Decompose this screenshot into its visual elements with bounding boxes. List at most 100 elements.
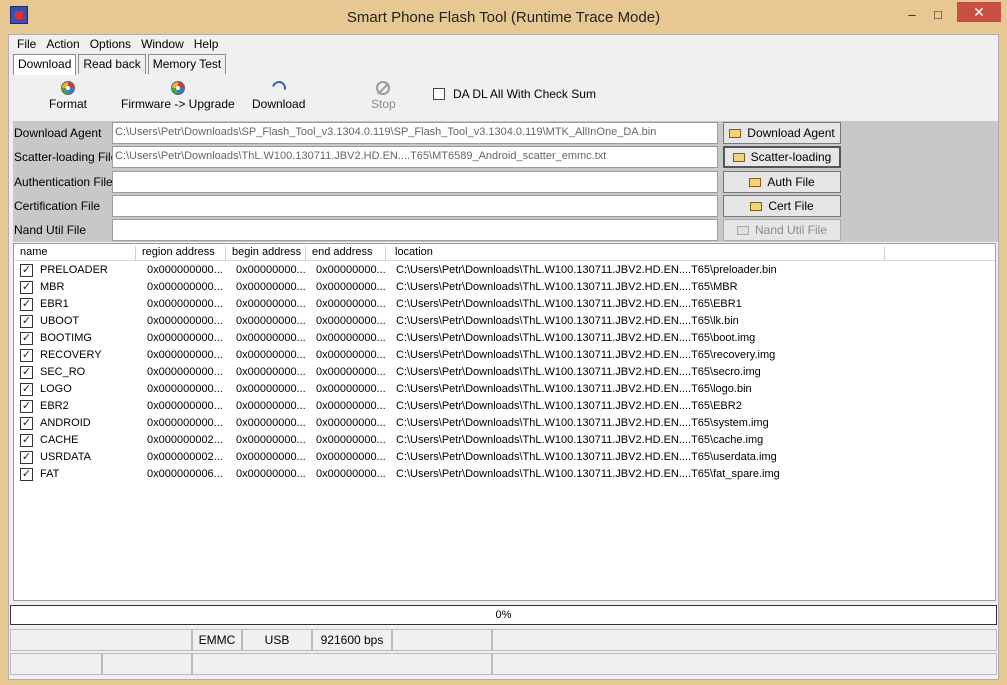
table-row[interactable]: ✓ LOGO 0x000000000... 0x00000000... 0x000000…	[14, 381, 995, 398]
tab-read-back[interactable]: Read back	[78, 54, 146, 74]
col-begin-address[interactable]: begin address	[226, 246, 306, 261]
row-checkbox[interactable]: ✓	[20, 298, 33, 311]
nand-util-row: Nand Util File Nand Util File	[13, 218, 998, 242]
checksum-checkbox[interactable]	[433, 88, 445, 100]
maximize-button[interactable]: □	[927, 6, 949, 24]
format-button[interactable]: Format	[49, 81, 87, 111]
row-checkbox[interactable]: ✓	[20, 417, 33, 430]
nand-util-field[interactable]	[112, 219, 718, 241]
menu-bar: File Action Options Window Help	[9, 35, 998, 53]
auth-file-field[interactable]	[112, 171, 718, 193]
download-agent-field[interactable]: C:\Users\Petr\Downloads\SP_Flash_Tool_v3…	[112, 122, 718, 144]
firmware-upgrade-button[interactable]: Firmware -> Upgrade	[121, 81, 235, 111]
cell-end: 0x00000000...	[316, 434, 386, 446]
col-name[interactable]: name	[14, 246, 136, 261]
table-row[interactable]: ✓ RECOVERY 0x000000000... 0x00000000... 0x00…	[14, 347, 995, 364]
cell-begin: 0x00000000...	[236, 383, 306, 395]
cell-begin: 0x00000000...	[236, 315, 306, 327]
row-checkbox[interactable]: ✓	[20, 451, 33, 464]
col-location[interactable]: location	[389, 246, 885, 261]
nand-util-button-label: Nand Util File	[754, 223, 828, 237]
download-label: Download	[252, 97, 306, 111]
cell-location: C:\Users\Petr\Downloads\ThL.W100.130711.…	[396, 383, 752, 395]
cell-begin: 0x00000000...	[236, 281, 306, 293]
cell-location: C:\Users\Petr\Downloads\ThL.W100.130711.…	[396, 366, 761, 378]
cell-begin: 0x00000000...	[236, 349, 306, 361]
cell-region: 0x000000000...	[147, 298, 223, 310]
auth-file-button[interactable]: Auth File	[723, 171, 841, 193]
folder-icon	[750, 202, 763, 211]
scatter-loading-field[interactable]: C:\Users\Petr\Downloads\ThL.W100.130711.…	[112, 146, 718, 168]
row-checkbox[interactable]: ✓	[20, 332, 33, 345]
status-bar: EMMC USB 921600 bps	[10, 629, 997, 681]
tab-download[interactable]: Download	[13, 54, 77, 75]
row-checkbox[interactable]: ✓	[20, 349, 33, 362]
row-checkbox[interactable]: ✓	[20, 366, 33, 379]
partition-list: name region address begin address end ad…	[13, 243, 996, 601]
cell-region: 0x000000000...	[147, 349, 223, 361]
check-icon: ✓	[21, 264, 32, 276]
table-row[interactable]: ✓ FAT 0x000000006... 0x00000000... 0x0000000…	[14, 466, 995, 483]
cell-name: BOOTIMG	[40, 332, 92, 344]
scatter-loading-button[interactable]: Scatter-loading	[723, 146, 841, 168]
check-icon: ✓	[21, 366, 32, 378]
menu-action[interactable]: Action	[42, 35, 85, 53]
cell-name: CACHE	[40, 434, 79, 446]
stop-label: Stop	[371, 97, 396, 111]
title-bar[interactable]: Smart Phone Flash Tool (Runtime Trace Mo…	[0, 0, 1007, 34]
tab-memory-test[interactable]: Memory Test	[147, 54, 227, 74]
cell-begin: 0x00000000...	[236, 400, 306, 412]
row-checkbox[interactable]: ✓	[20, 315, 33, 328]
scatter-loading-row: Scatter-loading File C:\Users\Petr\Downl…	[13, 145, 998, 169]
cell-name: EBR1	[40, 298, 69, 310]
download-agent-button[interactable]: Download Agent	[723, 122, 841, 144]
cert-file-field[interactable]	[112, 195, 718, 217]
status-cell	[492, 629, 997, 651]
minimize-button[interactable]: ‒	[901, 6, 923, 24]
table-row[interactable]: ✓ ANDROID 0x000000000... 0x00000000... 0x000…	[14, 415, 995, 432]
status-cell	[10, 629, 192, 651]
stop-icon	[376, 81, 391, 95]
row-checkbox[interactable]: ✓	[20, 264, 33, 277]
row-checkbox[interactable]: ✓	[20, 383, 33, 396]
row-checkbox[interactable]: ✓	[20, 400, 33, 413]
check-icon: ✓	[21, 332, 32, 344]
row-checkbox[interactable]: ✓	[20, 468, 33, 481]
menu-file[interactable]: File	[13, 35, 42, 53]
close-button[interactable]: ✕	[957, 2, 1001, 22]
checksum-option[interactable]: DA DL All With Check Sum	[433, 87, 596, 101]
stop-button[interactable]: Stop	[371, 81, 396, 111]
col-end-address[interactable]: end address	[306, 246, 386, 261]
cell-begin: 0x00000000...	[236, 451, 306, 463]
table-row[interactable]: ✓ BOOTIMG 0x000000000... 0x00000000... 0x000…	[14, 330, 995, 347]
table-row[interactable]: ✓ CACHE 0x000000002... 0x00000000... 0x00000…	[14, 432, 995, 449]
status-cell	[10, 653, 102, 675]
menu-options[interactable]: Options	[86, 35, 137, 53]
folder-icon	[736, 226, 749, 235]
menu-window[interactable]: Window	[137, 35, 190, 53]
table-row[interactable]: ✓ EBR2 0x000000000... 0x00000000... 0x000000…	[14, 398, 995, 415]
row-checkbox[interactable]: ✓	[20, 281, 33, 294]
cell-region: 0x000000000...	[147, 366, 223, 378]
folder-icon	[732, 153, 745, 162]
table-row[interactable]: ✓ MBR 0x000000000... 0x00000000... 0x0000000…	[14, 279, 995, 296]
cell-region: 0x000000000...	[147, 383, 223, 395]
table-row[interactable]: ✓ EBR1 0x000000000... 0x00000000... 0x000000…	[14, 296, 995, 313]
cell-end: 0x00000000...	[316, 298, 386, 310]
table-row[interactable]: ✓ USRDATA 0x000000002... 0x00000000... 0x000…	[14, 449, 995, 466]
cell-region: 0x000000000...	[147, 281, 223, 293]
table-row[interactable]: ✓ PRELOADER 0x000000000... 0x00000000... 0x0…	[14, 262, 995, 279]
menu-help[interactable]: Help	[190, 35, 225, 53]
row-checkbox[interactable]: ✓	[20, 434, 33, 447]
col-region-address[interactable]: region address	[136, 246, 226, 261]
cell-end: 0x00000000...	[316, 451, 386, 463]
cell-end: 0x00000000...	[316, 383, 386, 395]
file-selection-panel: Download Agent C:\Users\Petr\Downloads\S…	[13, 121, 998, 242]
nand-util-button[interactable]: Nand Util File	[723, 219, 841, 241]
table-row[interactable]: ✓ UBOOT 0x000000000... 0x00000000... 0x00000…	[14, 313, 995, 330]
download-button[interactable]: Download	[252, 78, 306, 111]
cert-file-button[interactable]: Cert File	[723, 195, 841, 217]
table-row[interactable]: ✓ SEC_RO 0x000000000... 0x00000000... 0x0000…	[14, 364, 995, 381]
cell-location: C:\Users\Petr\Downloads\ThL.W100.130711.…	[396, 400, 742, 412]
cell-name: USRDATA	[40, 451, 91, 463]
